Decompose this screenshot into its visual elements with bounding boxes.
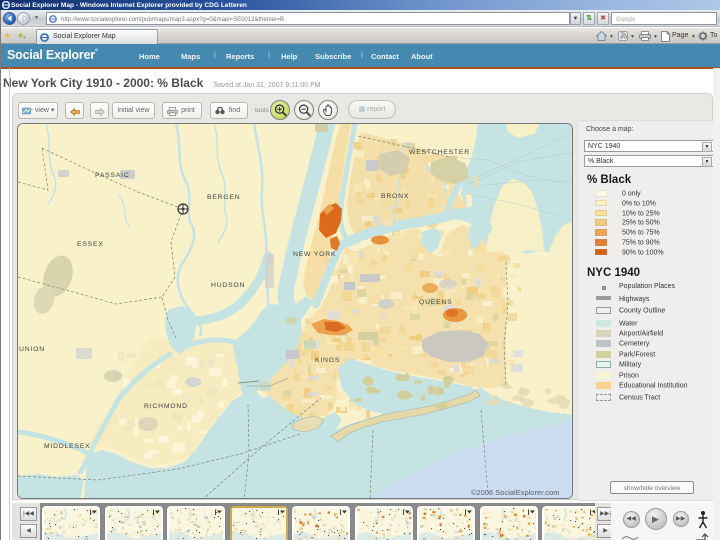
svg-text:WESTCHESTER: WESTCHESTER: [409, 149, 470, 156]
svg-text:HUDSON: HUDSON: [211, 282, 245, 289]
svg-text:PASSAIC: PASSAIC: [95, 172, 130, 179]
svg-text:©2006 SocialExplorer.com: ©2006 SocialExplorer.com: [471, 488, 560, 497]
svg-text:RICHMOND: RICHMOND: [144, 403, 188, 410]
svg-text:KINGS: KINGS: [315, 357, 340, 364]
svg-text:UNION: UNION: [19, 346, 45, 353]
svg-text:ESSEX: ESSEX: [77, 241, 104, 248]
svg-text:NEW YORK: NEW YORK: [293, 251, 336, 258]
svg-text:BRONX: BRONX: [381, 193, 409, 200]
svg-text:QUEENS: QUEENS: [419, 299, 453, 306]
svg-text:MIDDLESEX: MIDDLESEX: [44, 443, 90, 450]
svg-text:BERGEN: BERGEN: [207, 194, 241, 201]
